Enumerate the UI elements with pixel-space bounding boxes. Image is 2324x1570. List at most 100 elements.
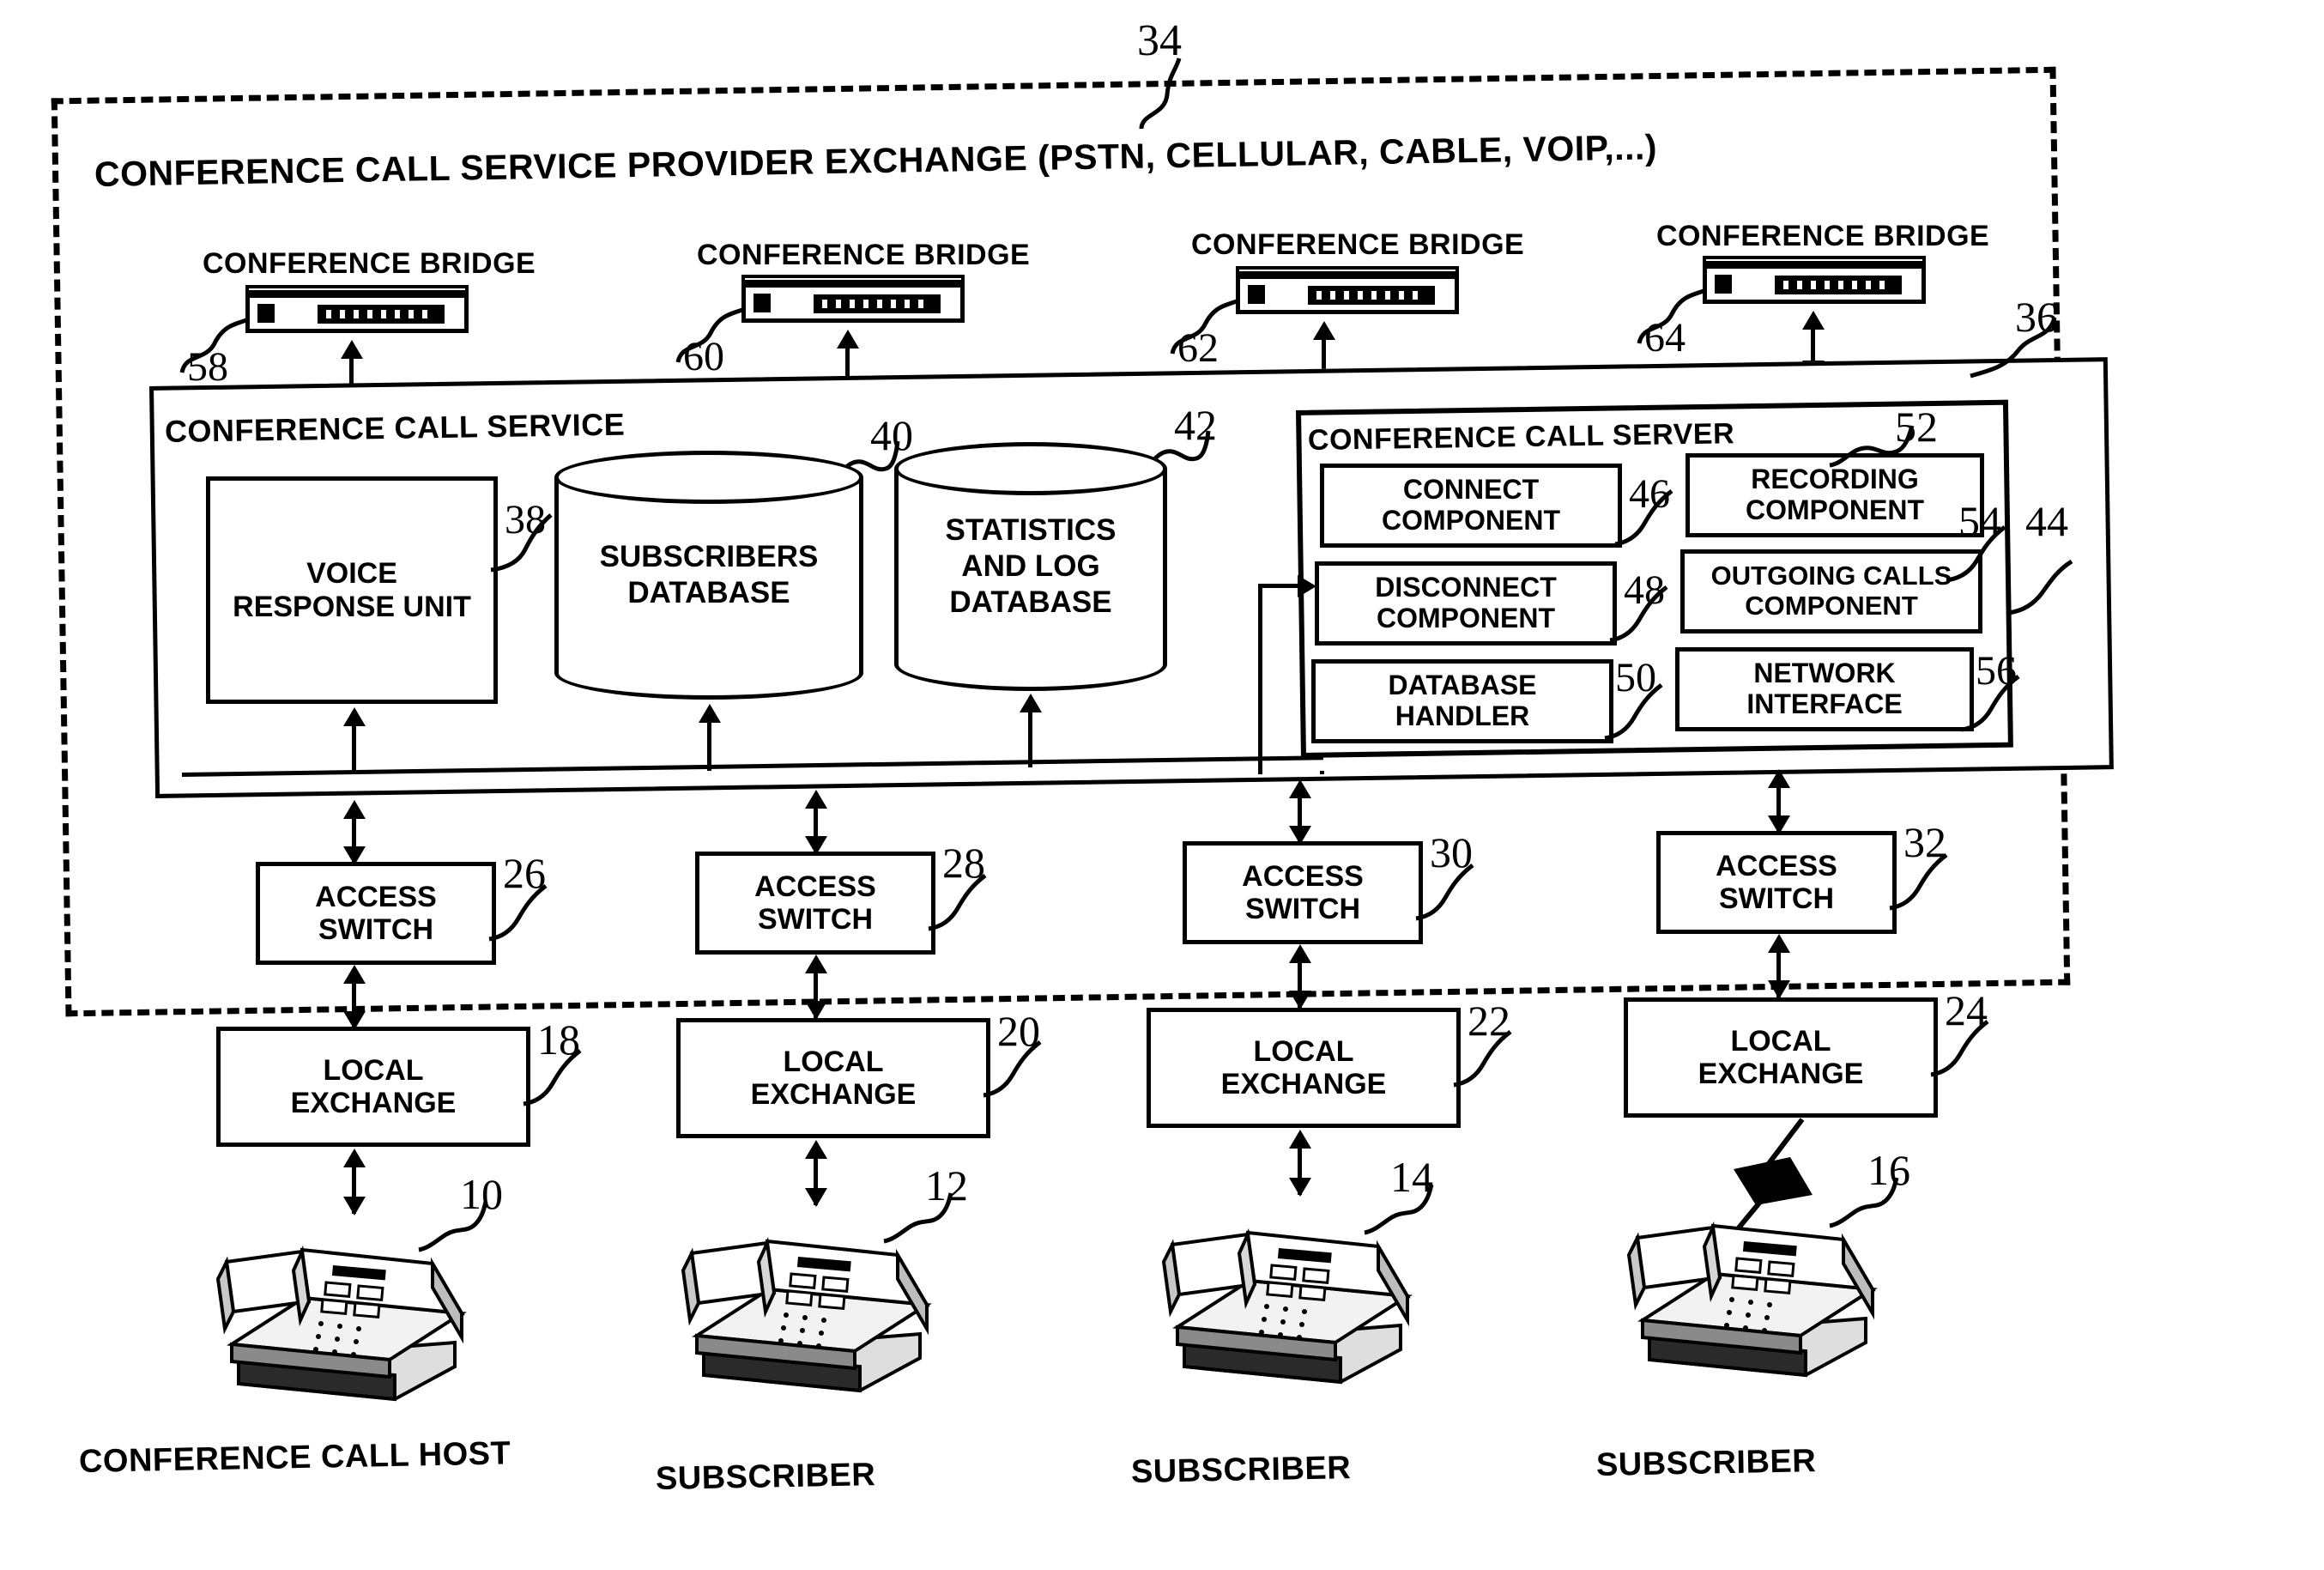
ref-38: 38 [505, 497, 546, 543]
bridge-1-arrow-up [341, 340, 363, 359]
exchange3-to-phone3-arrow-up [1289, 1130, 1311, 1149]
ref-54: 54 [1958, 497, 2001, 545]
conference-bridge-1-device[interactable] [245, 285, 469, 338]
ref-60: 60 [683, 334, 724, 379]
conference-bridge-1-label: CONFERENCE BRIDGE [203, 247, 536, 280]
endpoint-label-subscriber-3: SUBSCRIBER [1595, 1443, 1817, 1483]
outgoing-calls-component-box[interactable]: OUTGOING CALLS COMPONENT [1680, 549, 1982, 633]
switch4-to-exchange4-arrow-up [1768, 934, 1790, 953]
ref-22: 22 [1468, 997, 1510, 1045]
local-exchange-3-line1: LOCAL [1253, 1034, 1354, 1068]
network-interface-box[interactable]: NETWORK INTERFACE [1675, 647, 1974, 731]
local-exchange-4-line1: LOCAL [1730, 1024, 1831, 1058]
endpoint-label-conference-call-host: CONFERENCE CALL HOST [78, 1435, 511, 1480]
conference-bridge-2-device[interactable] [741, 275, 965, 328]
access-switch-1-line1: ACCESS [315, 880, 437, 913]
exchange2-to-phone2-arrow-up [805, 1140, 827, 1159]
access-switch-2[interactable]: ACCESS SWITCH [695, 852, 935, 955]
vru-label-line2: RESPONSE UNIT [233, 590, 471, 623]
recording-component-line1: RECORDING [1751, 464, 1919, 495]
disconnect-component-line1: DISCONNECT [1375, 572, 1557, 603]
ref-20: 20 [997, 1007, 1040, 1055]
subscribers-db-line2: DATABASE [627, 576, 790, 609]
access-switch-2-line2: SWITCH [757, 903, 874, 936]
local-exchange-1-line1: LOCAL [323, 1053, 424, 1087]
statistics-log-database[interactable]: STATISTICS AND LOG DATABASE [894, 442, 1167, 691]
voice-response-unit-box[interactable]: VOICE RESPONSE UNIT [206, 476, 498, 704]
local-exchange-2[interactable]: LOCAL EXCHANGE [676, 1018, 990, 1138]
conference-call-server-label: CONFERENCE CALL SERVER [1307, 417, 1735, 457]
switch2-to-exchange2-arrow-up [805, 955, 827, 973]
bridge-2-arrow-up [837, 330, 859, 349]
network-interface-line2: INTERFACE [1746, 688, 1903, 719]
ref-28: 28 [942, 839, 985, 887]
ref-12: 12 [925, 1161, 968, 1209]
access-switch-1[interactable]: ACCESS SWITCH [256, 862, 496, 965]
access-switch-4-line1: ACCESS [1716, 849, 1837, 882]
bus-to-vru-arrow [343, 707, 366, 726]
stats-db-line1: STATISTICS [945, 513, 1117, 547]
ref-44: 44 [2025, 497, 2068, 545]
local-exchange-4-line2: EXCHANGE [1698, 1058, 1864, 1090]
access-switch-1-line2: SWITCH [318, 913, 434, 946]
exchange3-to-phone3-arrow-down [1289, 1178, 1311, 1197]
access-switch-2-line1: ACCESS [754, 870, 876, 903]
ref-24: 24 [1945, 986, 1988, 1034]
local-exchange-3[interactable]: LOCAL EXCHANGE [1147, 1008, 1461, 1128]
ref-42: 42 [1174, 401, 1217, 449]
bus-to-subscribers-db-arrow [699, 704, 721, 723]
ref-26: 26 [503, 849, 546, 897]
connect-component-line1: CONNECT [1402, 474, 1540, 506]
vru-label-line1: VOICE [306, 557, 397, 591]
conference-bridge-4-label: CONFERENCE BRIDGE [1656, 220, 1990, 252]
database-handler-box[interactable]: DATABASE HANDLER [1311, 659, 1613, 743]
ref-56: 56 [1976, 648, 2017, 694]
ref-10: 10 [460, 1170, 503, 1218]
subscribers-db-line1: SUBSCRIBERS [599, 540, 819, 573]
exchange2-to-phone2-arrow-down [805, 1188, 827, 1207]
local-exchange-4[interactable]: LOCAL EXCHANGE [1624, 997, 1938, 1118]
local-exchange-1-line2: EXCHANGE [290, 1087, 457, 1119]
ref-36: 36 [2015, 293, 2058, 341]
bus-to-stats-db-arrow [1020, 694, 1042, 712]
endpoint-label-subscriber-2: SUBSCRIBER [1130, 1450, 1352, 1490]
access-switch-3-line2: SWITCH [1244, 893, 1361, 925]
ref-14: 14 [1390, 1153, 1433, 1201]
ref-62: 62 [1177, 325, 1219, 371]
subscribers-database[interactable]: SUBSCRIBERS DATABASE [554, 451, 863, 700]
exchange1-to-phone1-arrow-down [343, 1197, 366, 1215]
local-exchange-1[interactable]: LOCAL EXCHANGE [216, 1027, 530, 1147]
bus-to-server-arrow [1298, 575, 1316, 597]
ref-58: 58 [187, 344, 228, 390]
service-to-switch1-arrow-up [343, 800, 366, 819]
switch4-to-exchange4-arrow-down [1768, 980, 1790, 999]
bus-to-server-arm [1258, 584, 1301, 588]
service-to-switch2-arrow-up [805, 790, 827, 809]
switch1-to-exchange1-arrow-up [343, 965, 366, 984]
ref-30: 30 [1430, 828, 1473, 876]
bridge-3-arrow-up [1313, 321, 1335, 340]
database-handler-line2: HANDLER [1395, 700, 1530, 731]
bus-to-server-riser [1258, 584, 1262, 774]
disconnect-component-line2: COMPONENT [1377, 603, 1555, 633]
ref-32: 32 [1903, 818, 1946, 866]
local-exchange-2-line2: EXCHANGE [750, 1078, 917, 1111]
exchange1-to-phone1-arrow-up [343, 1149, 366, 1167]
ref-18: 18 [537, 1015, 580, 1064]
outgoing-calls-component-line1: OUTGOING CALLS [1710, 561, 1952, 591]
bridge-4-arrow-up [1802, 311, 1825, 330]
conference-bridge-3-label: CONFERENCE BRIDGE [1191, 228, 1525, 261]
access-switch-3-line1: ACCESS [1242, 859, 1364, 893]
conference-bridge-4-device[interactable] [1703, 256, 1926, 309]
recording-component-line2: COMPONENT [1746, 494, 1924, 525]
connect-component-box[interactable]: CONNECT COMPONENT [1320, 464, 1622, 548]
access-switch-4[interactable]: ACCESS SWITCH [1656, 831, 1897, 934]
ref-16: 16 [1867, 1146, 1910, 1194]
access-switch-3[interactable]: ACCESS SWITCH [1183, 841, 1423, 944]
ref-48: 48 [1624, 567, 1665, 613]
bus-right-riser [1320, 771, 1324, 774]
stats-db-line2: AND LOG [961, 549, 1100, 583]
disconnect-component-box[interactable]: DISCONNECT COMPONENT [1315, 561, 1617, 646]
conference-call-service-label: CONFERENCE CALL SERVICE [164, 406, 626, 449]
conference-bridge-3-device[interactable] [1236, 266, 1459, 319]
